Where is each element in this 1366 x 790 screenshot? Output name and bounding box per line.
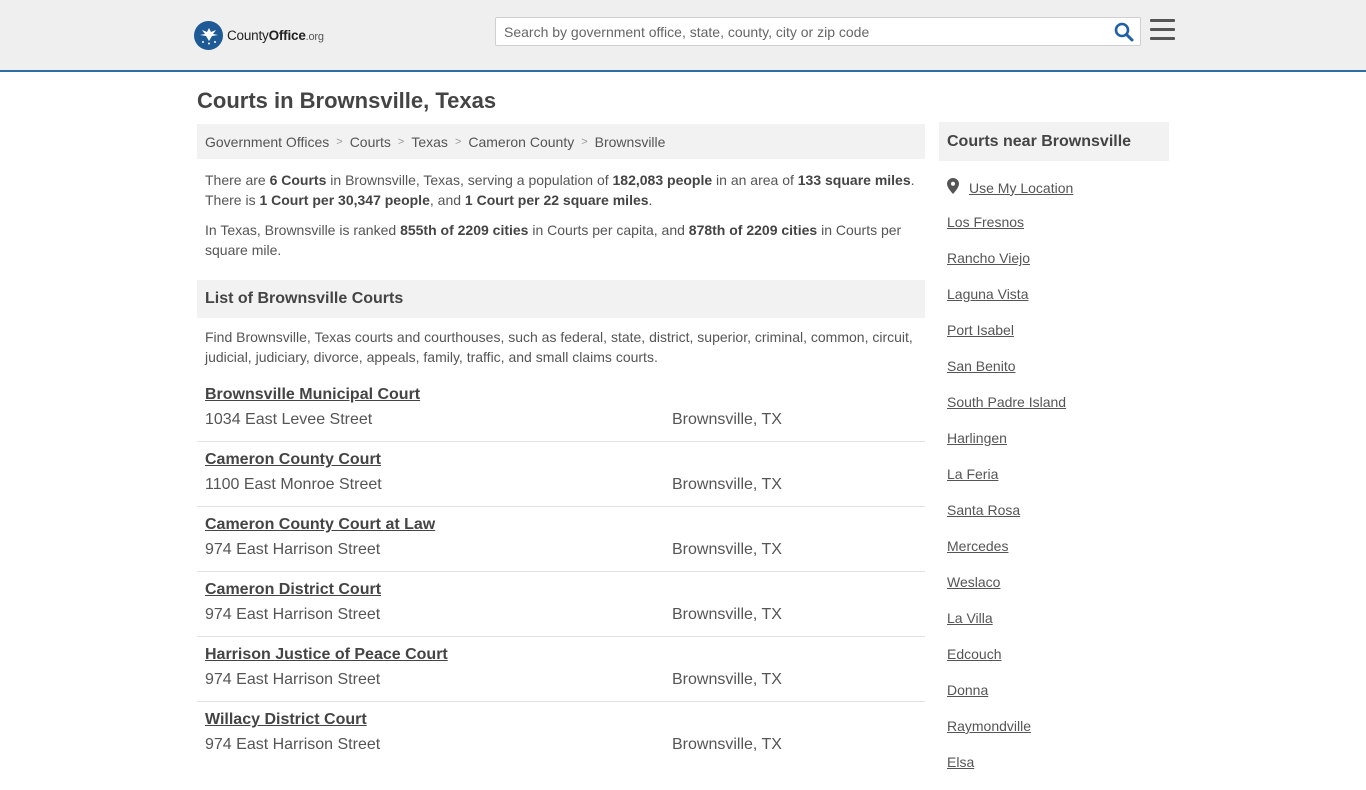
nearby-city-item: Raymondville bbox=[947, 718, 1066, 754]
court-city: Brownsville, TX bbox=[672, 476, 782, 493]
site-logo[interactable]: CountyOffice.org bbox=[194, 20, 324, 50]
nearby-city-link[interactable]: Weslaco bbox=[947, 574, 1000, 590]
court-city: Brownsville, TX bbox=[672, 671, 782, 688]
breadcrumb-separator-icon: > bbox=[336, 135, 343, 148]
court-city: Brownsville, TX bbox=[672, 541, 782, 558]
nearby-city-item: Mercedes bbox=[947, 538, 1066, 574]
eagle-seal-icon bbox=[194, 20, 223, 50]
nearby-city-link[interactable]: Port Isabel bbox=[947, 322, 1014, 338]
court-name-link[interactable]: Willacy District Court bbox=[205, 711, 367, 729]
use-my-location-link[interactable]: Use My Location bbox=[969, 180, 1073, 196]
search-bar bbox=[495, 17, 1141, 46]
nearby-city-item: Weslaco bbox=[947, 574, 1066, 610]
search-icon[interactable] bbox=[1114, 22, 1134, 42]
nearby-city-link[interactable]: Rancho Viejo bbox=[947, 250, 1030, 266]
court-list-item: Harrison Justice of Peace Court 974 East… bbox=[197, 637, 925, 702]
court-address: 1100 East Monroe Street bbox=[205, 476, 382, 493]
court-list: Brownsville Municipal Court 1034 East Le… bbox=[197, 377, 925, 767]
nearby-city-item: Los Fresnos bbox=[947, 214, 1066, 250]
nearby-city-link[interactable]: La Villa bbox=[947, 610, 993, 626]
nearby-city-link[interactable]: San Benito bbox=[947, 358, 1016, 374]
court-list-item: Brownsville Municipal Court 1034 East Le… bbox=[197, 377, 925, 442]
intro-text: There are 6 Courts in Brownsville, Texas… bbox=[205, 170, 920, 270]
nearby-city-link[interactable]: Los Fresnos bbox=[947, 214, 1024, 230]
court-list-heading: List of Brownsville Courts bbox=[197, 280, 925, 318]
nearby-city-item: Elsa bbox=[947, 754, 1066, 790]
nearby-city-item: La Villa bbox=[947, 610, 1066, 646]
nearby-city-link[interactable]: La Feria bbox=[947, 466, 998, 482]
intro-ranking-paragraph: In Texas, Brownsville is ranked 855th of… bbox=[205, 222, 902, 258]
court-address: 1034 East Levee Street bbox=[205, 411, 373, 428]
breadcrumb-government-offices[interactable]: Government Offices bbox=[205, 134, 329, 150]
sidebar-heading: Courts near Brownsville bbox=[939, 122, 1169, 161]
court-address: 974 East Harrison Street bbox=[205, 671, 381, 688]
logo-text: CountyOffice.org bbox=[227, 27, 324, 43]
search-input[interactable] bbox=[496, 18, 1096, 45]
nearby-city-link[interactable]: Harlingen bbox=[947, 430, 1007, 446]
court-name-link[interactable]: Cameron County Court at Law bbox=[205, 516, 435, 534]
court-address: 974 East Harrison Street bbox=[205, 606, 381, 623]
nearby-city-link[interactable]: South Padre Island bbox=[947, 394, 1066, 410]
nearby-city-item: Laguna Vista bbox=[947, 286, 1066, 322]
nearby-city-item: Donna bbox=[947, 682, 1066, 718]
court-city: Brownsville, TX bbox=[672, 411, 782, 428]
breadcrumb-separator-icon: > bbox=[454, 135, 462, 148]
court-list-item: Cameron County Court at Law 974 East Har… bbox=[197, 507, 925, 572]
nearby-city-item: Port Isabel bbox=[947, 322, 1066, 358]
nearby-city-item: Harlingen bbox=[947, 430, 1066, 466]
page-title: Courts in Brownsville, Texas bbox=[197, 88, 497, 113]
map-pin-icon bbox=[947, 178, 959, 197]
nearby-city-link[interactable]: Donna bbox=[947, 682, 988, 698]
breadcrumb-cameron-county[interactable]: Cameron County bbox=[468, 134, 574, 150]
nearby-city-item: San Benito bbox=[947, 358, 1066, 394]
use-location: Use My Location bbox=[947, 178, 1073, 197]
site-header: CountyOffice.org bbox=[0, 0, 1366, 72]
court-name-link[interactable]: Harrison Justice of Peace Court bbox=[205, 646, 448, 664]
court-list-item: Cameron County Court 1100 East Monroe St… bbox=[197, 442, 925, 507]
nearby-city-link[interactable]: Raymondville bbox=[947, 718, 1031, 734]
court-address: 974 East Harrison Street bbox=[205, 541, 381, 558]
court-name-link[interactable]: Cameron District Court bbox=[205, 581, 381, 599]
court-list-item: Cameron District Court 974 East Harrison… bbox=[197, 572, 925, 637]
nearby-city-item: Edcouch bbox=[947, 646, 1066, 682]
breadcrumb-separator-icon: > bbox=[581, 135, 588, 148]
nearby-city-link[interactable]: Edcouch bbox=[947, 646, 1001, 662]
hamburger-menu-icon[interactable] bbox=[1150, 19, 1175, 41]
court-list-description: Find Brownsville, Texas courts and court… bbox=[205, 329, 913, 365]
breadcrumb-brownsville[interactable]: Brownsville bbox=[595, 134, 666, 150]
intro-stats-paragraph: There are 6 Courts in Brownsville, Texas… bbox=[205, 172, 915, 208]
court-address: 974 East Harrison Street bbox=[205, 736, 381, 753]
court-city: Brownsville, TX bbox=[672, 736, 782, 753]
nearby-city-item: Rancho Viejo bbox=[947, 250, 1066, 286]
court-name-link[interactable]: Cameron County Court bbox=[205, 451, 381, 469]
nearby-city-link[interactable]: Laguna Vista bbox=[947, 286, 1028, 302]
court-city: Brownsville, TX bbox=[672, 606, 782, 623]
nearby-city-item: La Feria bbox=[947, 466, 1066, 502]
court-name-link[interactable]: Brownsville Municipal Court bbox=[205, 386, 420, 404]
court-list-item: Willacy District Court 974 East Harrison… bbox=[197, 702, 925, 767]
nearby-city-item: Santa Rosa bbox=[947, 502, 1066, 538]
nearby-city-link[interactable]: Santa Rosa bbox=[947, 502, 1020, 518]
nearby-city-item: South Padre Island bbox=[947, 394, 1066, 430]
breadcrumb-courts[interactable]: Courts bbox=[350, 134, 391, 150]
breadcrumb-separator-icon: > bbox=[397, 135, 405, 148]
nearby-cities-list: Los Fresnos Rancho Viejo Laguna Vista Po… bbox=[947, 214, 1066, 790]
breadcrumb-texas[interactable]: Texas bbox=[411, 134, 448, 150]
nearby-city-link[interactable]: Mercedes bbox=[947, 538, 1008, 554]
breadcrumb: Government Offices > Courts > Texas > Ca… bbox=[197, 124, 925, 159]
